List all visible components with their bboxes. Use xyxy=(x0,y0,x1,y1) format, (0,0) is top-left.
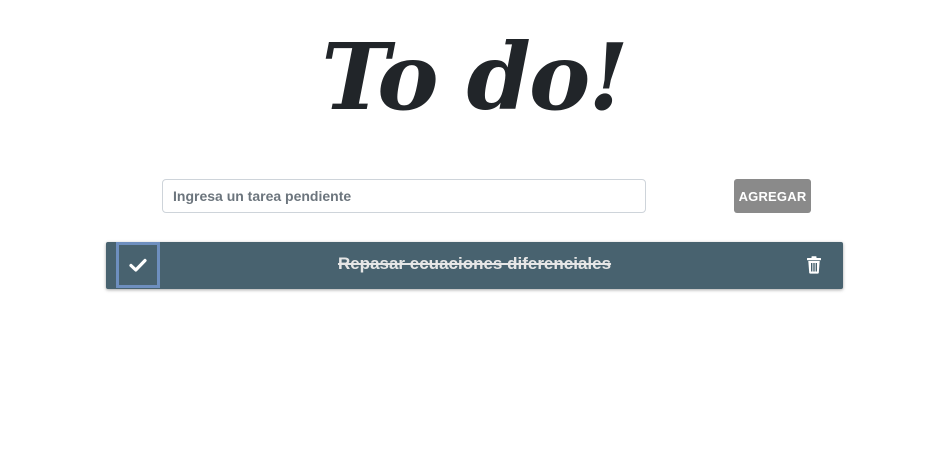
add-task-button[interactable]: AGREGAR xyxy=(734,179,811,213)
check-icon xyxy=(129,258,147,272)
todo-app: To do! AGREGAR Repasar ecuaciones difere… xyxy=(0,0,948,460)
delete-task-button[interactable] xyxy=(806,256,822,274)
task-complete-toggle[interactable] xyxy=(116,242,160,288)
task-text: Repasar ecuaciones diferenciales xyxy=(337,254,612,273)
trash-icon xyxy=(806,256,822,274)
task-item: Repasar ecuaciones diferenciales xyxy=(106,242,843,289)
task-input[interactable] xyxy=(162,179,646,213)
page-title: To do! xyxy=(321,23,628,131)
